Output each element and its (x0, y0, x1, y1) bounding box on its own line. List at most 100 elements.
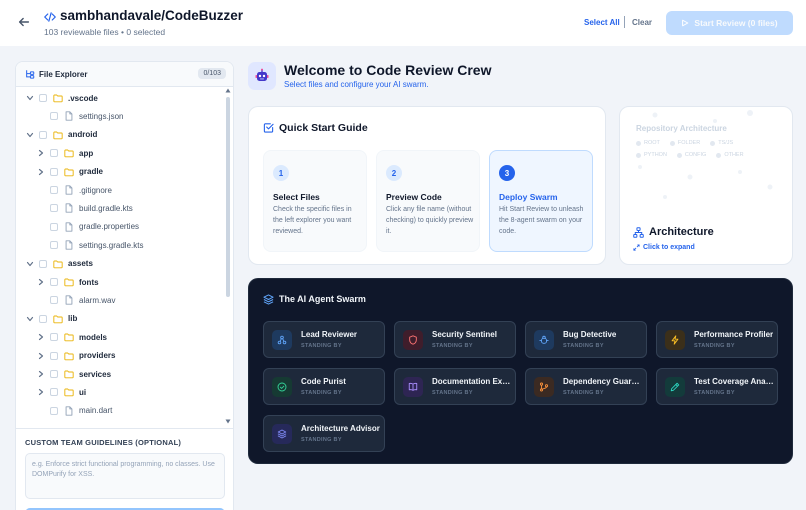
top-header: sambhandavale/CodeBuzzer 103 reviewable … (0, 0, 806, 46)
agent-name: Architecture Advisor (301, 424, 380, 433)
tree-file-row[interactable]: .gitignore (16, 182, 221, 198)
tree-folder-row[interactable]: app (16, 145, 221, 161)
expand-link[interactable]: Click to expand (633, 244, 695, 251)
code-icon (44, 12, 56, 22)
tree-checkbox[interactable] (50, 278, 58, 286)
tree-checkbox[interactable] (50, 296, 58, 305)
chevron-right-icon[interactable] (37, 370, 45, 378)
tree-file-row[interactable]: settings.gradle.kts (16, 237, 221, 253)
agent-card[interactable]: Performance Profiler STANDING BY (656, 321, 778, 358)
tree-item-name: providers (79, 351, 116, 361)
legend-item: ROOT (636, 140, 660, 146)
chevron-down-icon[interactable] (26, 131, 34, 139)
file-explorer-header: File Explorer 0/103 (16, 62, 233, 87)
agent-card[interactable]: Security Sentinel STANDING BY (394, 321, 516, 358)
tree-folder-row[interactable]: fonts (16, 274, 221, 290)
architecture-card[interactable]: Repository Architecture ROOT FOLDER TS/J… (619, 106, 793, 265)
agent-icon-tile (534, 330, 554, 350)
chevron-right-icon[interactable] (37, 388, 45, 396)
legend-item: TS/JS (710, 140, 733, 146)
tree-folder-row[interactable]: ui (16, 384, 221, 400)
tree-folder-row[interactable]: gradle (16, 164, 221, 180)
tree-checkbox[interactable] (50, 167, 58, 176)
tree-file-row[interactable]: build.gradle.kts (16, 200, 221, 216)
folder-icon (53, 94, 63, 103)
tree-checkbox[interactable] (39, 94, 47, 102)
swarm-title: The AI Agent Swarm (279, 294, 366, 304)
tree-folder-row[interactable]: models (16, 329, 221, 345)
agent-card[interactable]: Lead Reviewer STANDING BY (263, 321, 385, 358)
agent-card[interactable]: Architecture Advisor STANDING BY (263, 415, 385, 452)
tree-checkbox[interactable] (50, 351, 58, 360)
agent-status: STANDING BY (301, 390, 342, 396)
step-description: Check the specific files in the left exp… (273, 206, 352, 235)
chevron-right-icon[interactable] (37, 278, 45, 286)
select-all-button[interactable]: Select All (584, 18, 620, 27)
agent-name: Bug Detective (563, 330, 617, 339)
chevron-right-icon[interactable] (37, 352, 45, 360)
tree-checkbox[interactable] (50, 370, 58, 378)
folder-icon (64, 278, 74, 287)
welcome-title: Welcome to Code Review Crew (284, 62, 492, 78)
chevron-down-icon[interactable] (26, 260, 34, 268)
chevron-right-icon[interactable] (37, 333, 45, 341)
tree-checkbox[interactable] (50, 388, 58, 397)
guidelines-label: CUSTOM TEAM GUIDELINES (OPTIONAL) (25, 438, 182, 447)
tree-file-row[interactable]: alarm.wav (16, 292, 221, 308)
agent-name: Code Purist (301, 377, 346, 386)
tree-checkbox[interactable] (50, 222, 58, 231)
tree-checkbox[interactable] (50, 204, 58, 213)
tree-checkbox[interactable] (50, 406, 58, 415)
tree-folder-row[interactable]: lib (16, 311, 221, 327)
tree-folder-row[interactable]: .vscode (16, 90, 221, 106)
clear-button[interactable]: Clear (632, 18, 652, 27)
hierarchy-icon (633, 227, 644, 238)
tree-item-name: ui (79, 387, 87, 397)
agent-icon-tile (665, 377, 685, 397)
tree-checkbox[interactable] (39, 130, 47, 139)
guidelines-input[interactable] (25, 453, 225, 499)
tree-folder-row[interactable]: assets (16, 256, 221, 272)
chevron-right-icon[interactable] (37, 168, 45, 176)
legend-item: OTHER (716, 152, 744, 158)
tree-checkbox[interactable] (50, 333, 58, 342)
tree-checkbox[interactable] (39, 314, 47, 323)
step-description: Click any file name (without checking) t… (386, 206, 474, 235)
scroll-down-arrow-icon[interactable] (225, 419, 231, 424)
agent-name: Security Sentinel (432, 330, 497, 339)
agent-card[interactable]: Test Coverage Analyst STANDING BY (656, 368, 778, 405)
file-icon (65, 240, 73, 250)
tree-file-row[interactable]: gradle.properties (16, 219, 221, 235)
tree-checkbox[interactable] (39, 259, 47, 268)
agent-name: Performance Profiler (694, 330, 774, 339)
step-title: Preview Code (386, 192, 442, 202)
tree-file-row[interactable]: settings.json (16, 108, 221, 124)
tree-folder-row[interactable]: providers (16, 348, 221, 364)
tree-folder-row[interactable]: services (16, 366, 221, 382)
tree-file-row[interactable]: main.dart (16, 403, 221, 419)
tree-folder-row[interactable]: android (16, 127, 221, 143)
agent-card[interactable]: Code Purist STANDING BY (263, 368, 385, 405)
architecture-legend-row-2: PYTHON CONFIG OTHER (636, 152, 744, 158)
tree-checkbox[interactable] (50, 241, 58, 250)
scroll-up-arrow-icon[interactable] (225, 88, 231, 93)
tree-item-name: assets (68, 259, 93, 269)
tree-checkbox[interactable] (50, 149, 58, 158)
file-icon (65, 111, 73, 122)
back-arrow-icon[interactable] (17, 15, 31, 29)
chevron-down-icon[interactable] (26, 94, 34, 102)
tree-checkbox[interactable] (50, 112, 58, 121)
agent-card[interactable]: Dependency Guardian STANDING BY (525, 368, 647, 405)
agent-icon-tile (272, 330, 292, 350)
quick-start-title: Quick Start Guide (279, 122, 368, 134)
start-review-button[interactable]: Start Review (0 files) (666, 11, 793, 35)
chevron-down-icon[interactable] (26, 315, 34, 323)
chevron-right-icon[interactable] (37, 149, 45, 157)
tree-item-name: lib (68, 314, 78, 324)
file-tree-scrollbar-thumb[interactable] (226, 97, 230, 297)
agent-card[interactable]: Documentation Expert STANDING BY (394, 368, 516, 405)
tree-checkbox[interactable] (50, 186, 58, 194)
agent-name: Lead Reviewer (301, 330, 358, 339)
agent-card[interactable]: Bug Detective STANDING BY (525, 321, 647, 358)
file-tree-icon (26, 70, 35, 79)
